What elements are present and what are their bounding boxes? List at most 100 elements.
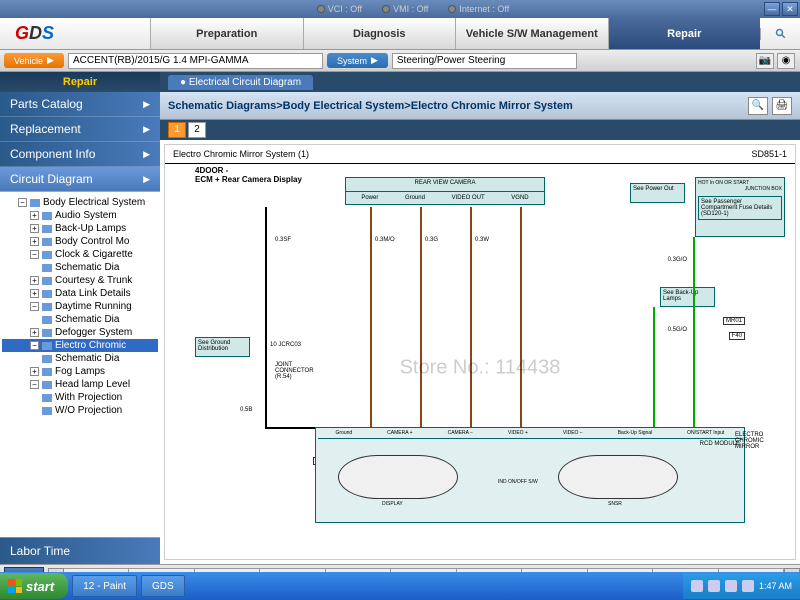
display-mirror-icon <box>338 455 458 499</box>
top-navigation: GDS PreparationDiagnosisVehicle S/W Mana… <box>0 18 800 50</box>
camera-pins: PowerGroundVIDEO OUTVGND <box>345 191 545 205</box>
expand-icon[interactable]: − <box>30 380 39 389</box>
file-icon <box>42 355 52 363</box>
tray-icon[interactable] <box>691 580 703 592</box>
tree-item[interactable]: Schematic Dia <box>2 313 158 326</box>
tree-item[interactable]: +Data Link Details <box>2 287 158 300</box>
wire-power <box>370 207 372 427</box>
expand-icon[interactable]: + <box>30 224 39 233</box>
expand-icon[interactable]: − <box>30 302 39 311</box>
tree-root[interactable]: −Body Electrical System <box>2 196 158 209</box>
windows-taskbar: start 12 - PaintGDS 1:47 AM <box>0 572 800 600</box>
tree-item[interactable]: −Head lamp Level <box>2 378 158 391</box>
expand-icon[interactable]: + <box>30 276 39 285</box>
expand-icon[interactable]: + <box>30 367 39 376</box>
expand-icon[interactable]: + <box>30 237 39 246</box>
close-button[interactable]: ✕ <box>782 2 798 16</box>
tree-item[interactable]: +Courtesy & Trunk <box>2 274 158 287</box>
expand-icon[interactable]: − <box>30 341 39 350</box>
tree-item[interactable]: Schematic Dia <box>2 352 158 365</box>
tree-item[interactable]: −Daytime Running <box>2 300 158 313</box>
tray-icon[interactable] <box>708 580 720 592</box>
capture-button[interactable]: ◉ <box>777 53 795 69</box>
chevron-right-icon: ▶ <box>143 99 150 110</box>
pin-label: CAMERA − <box>448 430 473 436</box>
wire-label: 0.3M/O <box>375 237 395 243</box>
system-selector-button[interactable]: System ▶ <box>327 53 388 68</box>
expand-icon[interactable]: − <box>30 250 39 259</box>
folder-icon <box>42 212 52 220</box>
tree-item[interactable]: +Fog Lamps <box>2 365 158 378</box>
vehicle-field[interactable] <box>68 53 323 69</box>
camera-icon: 📷 <box>759 55 771 66</box>
wire-label: F40 <box>729 332 745 340</box>
system-tray[interactable]: 1:47 AM <box>683 573 800 599</box>
wire-onstart <box>693 237 695 427</box>
labor-time-button[interactable]: Labor Time <box>0 537 160 564</box>
tray-icon[interactable] <box>725 580 737 592</box>
watermark: Store No.: 114438 <box>400 357 561 380</box>
folder-icon <box>42 342 52 350</box>
topnav-tab-repair[interactable]: Repair <box>608 18 761 49</box>
tree-item[interactable]: +Audio System <box>2 209 158 222</box>
vci-indicator-icon <box>317 5 325 13</box>
print-button[interactable]: 🖨 <box>772 97 792 115</box>
sidebar-header: Repair <box>0 72 160 92</box>
breadcrumb-bar: Schematic Diagrams>Body Electrical Syste… <box>160 92 800 120</box>
tree-item[interactable]: −Electro Chromic <box>2 339 158 352</box>
topnav-tab-preparation[interactable]: Preparation <box>150 18 303 49</box>
system-field[interactable] <box>392 53 577 69</box>
content-area: ● Electrical Circuit Diagram Schematic D… <box>160 72 800 564</box>
folder-icon <box>42 381 52 389</box>
file-icon <box>42 394 52 402</box>
wire-label: 0.3G <box>425 237 438 243</box>
sidebar-item-replacement[interactable]: Replacement▶ <box>0 117 160 142</box>
pin-label: ON/START Input <box>687 430 724 436</box>
collapse-icon[interactable]: − <box>18 198 27 207</box>
search-button[interactable] <box>760 28 800 40</box>
sidebar: Repair Parts Catalog▶Replacement▶Compone… <box>0 72 160 564</box>
power-out-box: See Power Out <box>630 183 685 203</box>
expand-icon[interactable]: + <box>30 289 39 298</box>
sidebar-item-component-info[interactable]: Component Info▶ <box>0 142 160 167</box>
taskbar-item[interactable]: GDS <box>141 575 185 597</box>
vehicle-selector-button[interactable]: Vehicle ▶ <box>4 53 64 68</box>
print-icon: 🖨 <box>776 100 789 111</box>
tree-item[interactable]: W/O Projection <box>2 404 158 417</box>
search-icon <box>775 28 787 40</box>
tree-item[interactable]: +Defogger System <box>2 326 158 339</box>
clock[interactable]: 1:47 AM <box>759 581 792 591</box>
wire-label: 0.3W <box>475 237 489 243</box>
sidebar-item-circuit-diagram[interactable]: Circuit Diagram▶ <box>0 167 160 192</box>
circuit-diagram[interactable]: Electro Chromic Mirror System (1) SD851-… <box>164 144 796 560</box>
circuit-tree: −Body Electrical System+Audio System+Bac… <box>0 192 160 537</box>
sidebar-item-parts-catalog[interactable]: Parts Catalog▶ <box>0 92 160 117</box>
vmi-indicator-icon <box>382 5 390 13</box>
minimize-button[interactable]: — <box>764 2 780 16</box>
tree-item[interactable]: +Back-Up Lamps <box>2 222 158 235</box>
tree-item[interactable]: Schematic Dia <box>2 261 158 274</box>
page-tabs: 12 <box>160 120 800 140</box>
wire-backup <box>653 307 655 427</box>
wire-label: 10 JCRC03 <box>270 342 301 348</box>
tray-icon[interactable] <box>742 580 754 592</box>
taskbar-item[interactable]: 12 - Paint <box>72 575 137 597</box>
backup-box: See Back-Up Lamps <box>660 287 715 307</box>
page-tab-1[interactable]: 1 <box>168 122 186 138</box>
zoom-button[interactable]: 🔍 <box>748 97 768 115</box>
chevron-right-icon: ▶ <box>143 174 150 185</box>
tree-item[interactable]: −Clock & Cigarette <box>2 248 158 261</box>
start-button[interactable]: start <box>0 573 68 599</box>
topnav-tab-diagnosis[interactable]: Diagnosis <box>303 18 456 49</box>
content-tab[interactable]: ● Electrical Circuit Diagram <box>168 75 313 90</box>
expand-icon[interactable]: + <box>30 211 39 220</box>
diagram-code: SD851-1 <box>751 149 787 159</box>
tree-item[interactable]: With Projection <box>2 391 158 404</box>
electro-mirror-label: ELECTRO CHROMIC MIRROR <box>735 432 785 450</box>
page-tab-2[interactable]: 2 <box>188 122 206 138</box>
topnav-tab-vehicle-s-w-management[interactable]: Vehicle S/W Management <box>455 18 608 49</box>
expand-icon[interactable]: + <box>30 328 39 337</box>
tree-item[interactable]: +Body Control Mo <box>2 235 158 248</box>
chevron-right-icon: ▶ <box>143 149 150 160</box>
camera-button[interactable]: 📷 <box>756 53 774 69</box>
